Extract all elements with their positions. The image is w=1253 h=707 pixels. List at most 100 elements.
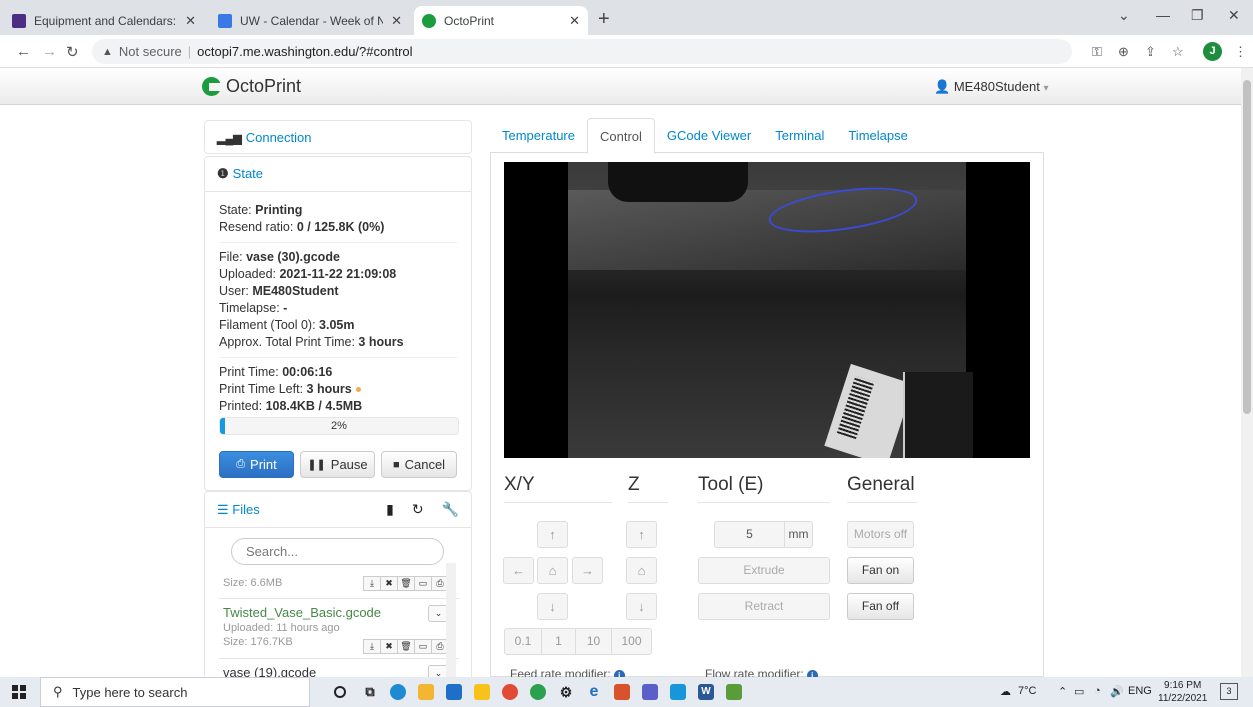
- volume-icon[interactable]: 🔊: [1110, 685, 1124, 698]
- fan-off-button[interactable]: Fan off: [847, 593, 914, 620]
- step-100-button[interactable]: 100: [611, 628, 652, 655]
- share-icon[interactable]: ⇪: [1145, 44, 1156, 60]
- extrusion-amount-input[interactable]: 5 mm: [714, 521, 813, 548]
- file-explorer-icon[interactable]: [418, 684, 434, 700]
- jog-x-minus-button[interactable]: ←: [503, 557, 534, 584]
- maximize-icon[interactable]: ❐: [1191, 7, 1204, 24]
- state-header[interactable]: ❶ State: [205, 157, 471, 191]
- home-xy-button[interactable]: ⌂: [537, 557, 568, 584]
- retract-button[interactable]: Retract: [698, 593, 830, 620]
- file-list-scrollbar[interactable]: [446, 563, 456, 677]
- brand-link[interactable]: OctoPrint: [202, 76, 301, 97]
- network-icon[interactable]: ◔: [1094, 685, 1101, 697]
- profile-avatar[interactable]: J: [1203, 42, 1222, 61]
- step-10-button[interactable]: 10: [575, 628, 612, 655]
- trash-icon[interactable]: 🗑: [397, 576, 415, 591]
- home-z-button[interactable]: ⌂: [626, 557, 657, 584]
- list-item[interactable]: Size: 6.6MB ⤓ ✖ 🗑 ▭ ⎙: [219, 571, 459, 599]
- step-1-button[interactable]: 1: [541, 628, 576, 655]
- tab-gcode-viewer[interactable]: GCode Viewer: [655, 118, 763, 153]
- print-button[interactable]: ⎙ Print: [219, 451, 294, 478]
- extrusion-unit: mm: [788, 527, 809, 541]
- delete-x-icon[interactable]: ✖: [380, 576, 398, 591]
- extrude-button[interactable]: Extrude: [698, 557, 830, 584]
- pause-button[interactable]: ❚❚ Pause: [300, 451, 375, 478]
- tab-terminal[interactable]: Terminal: [763, 118, 836, 153]
- browser-tab-calendar[interactable]: UW - Calendar - Week of Novem ✕: [210, 6, 410, 35]
- chrome-profile-icon[interactable]: [530, 684, 546, 700]
- cancel-button[interactable]: ■ Cancel: [381, 451, 457, 478]
- teams-icon[interactable]: [642, 684, 658, 700]
- language-indicator[interactable]: ENG: [1128, 685, 1152, 697]
- step-0-1-button[interactable]: 0.1: [504, 628, 542, 655]
- fan-on-button[interactable]: Fan on: [847, 557, 914, 584]
- folder-icon[interactable]: ▭: [414, 639, 432, 654]
- page-scrollbar[interactable]: [1241, 68, 1253, 677]
- tab-timelapse[interactable]: Timelapse: [836, 118, 919, 153]
- address-bar[interactable]: ▲ Not secure | octopi7.me.washington.edu…: [92, 39, 1072, 64]
- sd-card-icon[interactable]: ▮: [386, 501, 394, 518]
- jog-x-plus-button[interactable]: →: [572, 557, 603, 584]
- windows-start-icon[interactable]: [12, 685, 26, 699]
- taskbar-clock[interactable]: 9:16 PM 11/22/2021: [1158, 679, 1207, 705]
- user-name: ME480Student: [953, 79, 1040, 94]
- jog-y-minus-button[interactable]: ↓: [537, 593, 568, 620]
- edge-icon[interactable]: [390, 684, 406, 700]
- forward-icon[interactable]: →: [42, 43, 57, 60]
- delete-x-icon[interactable]: ✖: [380, 639, 398, 654]
- menu-icon[interactable]: ⋮: [1234, 44, 1247, 60]
- scrollbar-thumb[interactable]: [1243, 80, 1251, 414]
- tab-temperature[interactable]: Temperature: [490, 118, 587, 153]
- notification-center-icon[interactable]: 3: [1220, 683, 1238, 700]
- download-icon[interactable]: ⤓: [363, 576, 381, 591]
- list-item[interactable]: Twisted_Vase_Basic.gcode Uploaded: 11 ho…: [219, 599, 459, 659]
- tray-chevron-icon[interactable]: ⌃: [1058, 685, 1067, 698]
- refresh-icon[interactable]: ↻: [412, 501, 424, 518]
- mail-icon[interactable]: [446, 684, 462, 700]
- close-window-icon[interactable]: ✕: [1228, 7, 1240, 24]
- trash-icon[interactable]: 🗑: [397, 639, 415, 654]
- connection-header[interactable]: ▂▄▆ Connection: [205, 121, 471, 154]
- browser-tab-equipment[interactable]: Equipment and Calendars: M E 4 ✕: [4, 6, 204, 35]
- url-text: octopi7.me.washington.edu/?#control: [197, 44, 413, 59]
- taskbar-search-placeholder: Type here to search: [72, 684, 188, 700]
- media-icon[interactable]: [614, 684, 630, 700]
- user-menu[interactable]: 👤 ME480Student ▾: [934, 79, 1048, 95]
- close-tab-icon[interactable]: ✕: [391, 13, 402, 29]
- app-c-icon[interactable]: [670, 684, 686, 700]
- file-search-input[interactable]: [231, 538, 444, 565]
- tab-search-icon[interactable]: ⌄: [1118, 7, 1130, 24]
- task-view-icon[interactable]: ⧉: [362, 684, 378, 700]
- bookmark-star-icon[interactable]: ☆: [1172, 44, 1184, 60]
- excel-chart-icon[interactable]: [726, 684, 742, 700]
- cortana-icon[interactable]: [334, 686, 346, 698]
- minimize-icon[interactable]: —: [1156, 7, 1170, 23]
- word-icon[interactable]: W: [698, 684, 714, 700]
- taskbar-search-input[interactable]: ⚲ Type here to search: [40, 677, 310, 707]
- files-title[interactable]: ☰ Files: [217, 502, 368, 518]
- jog-y-plus-button[interactable]: ↑: [537, 521, 568, 548]
- sticky-notes-icon[interactable]: [474, 684, 490, 700]
- battery-icon[interactable]: ▭: [1074, 685, 1084, 698]
- zoom-icon[interactable]: ⊕: [1118, 44, 1129, 60]
- new-tab-button[interactable]: +: [598, 8, 610, 31]
- close-tab-icon[interactable]: ✕: [185, 13, 196, 29]
- tab-control[interactable]: Control: [586, 118, 655, 154]
- chrome-icon[interactable]: [502, 684, 518, 700]
- browser-tab-octoprint[interactable]: OctoPrint ✕: [414, 6, 588, 35]
- reload-icon[interactable]: ↻: [66, 43, 79, 61]
- motors-off-button[interactable]: Motors off: [847, 521, 914, 548]
- download-icon[interactable]: ⤓: [363, 639, 381, 654]
- wrench-icon[interactable]: 🔧: [442, 501, 459, 518]
- key-icon[interactable]: ⚿: [1092, 44, 1102, 60]
- weather-icon[interactable]: ☁: [1000, 685, 1011, 698]
- filament-row: Filament (Tool 0): 3.05m: [219, 318, 355, 332]
- jog-z-minus-button[interactable]: ↓: [626, 593, 657, 620]
- jog-z-plus-button[interactable]: ↑: [626, 521, 657, 548]
- weather-temp[interactable]: 7°C: [1018, 685, 1036, 697]
- back-icon[interactable]: ←: [16, 43, 31, 60]
- folder-icon[interactable]: ▭: [414, 576, 432, 591]
- settings-gear-icon[interactable]: ⚙: [558, 684, 574, 700]
- internet-explorer-icon[interactable]: e: [586, 684, 602, 700]
- close-tab-icon[interactable]: ✕: [569, 13, 580, 29]
